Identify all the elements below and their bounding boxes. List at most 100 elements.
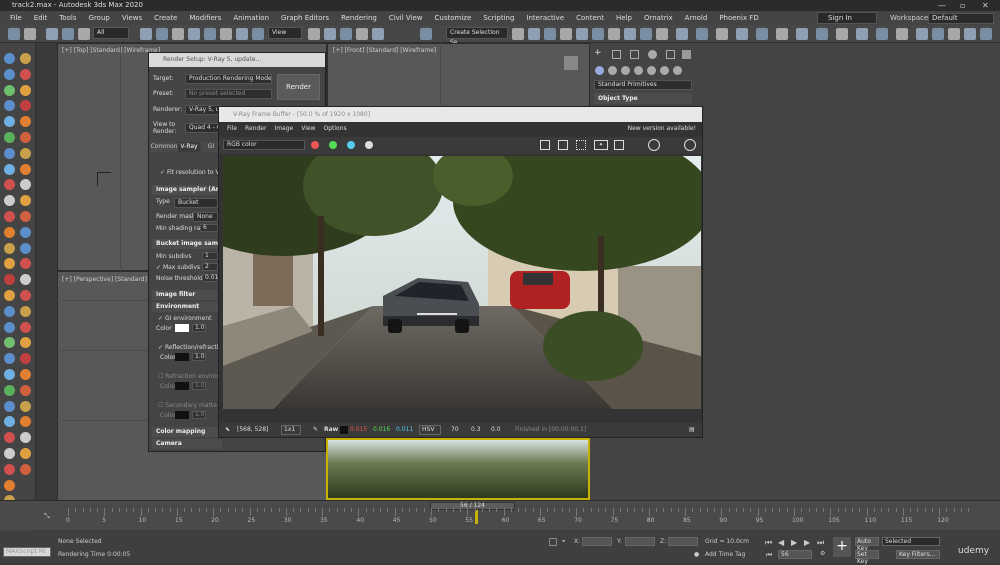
key-set-select[interactable]: Selected [882,537,940,546]
z-coord-field[interactable] [668,537,698,546]
time-config-icon[interactable]: ⚙ [820,550,825,557]
green-channel-icon[interactable] [329,141,337,149]
auto-key-button[interactable]: Auto Key [855,537,879,552]
toggle-ribbon-icon[interactable] [560,28,572,40]
current-frame-field[interactable]: 56 [778,550,812,559]
sign-in-dropdown[interactable]: Sign In [817,12,877,24]
menu-item-group[interactable]: Group [83,11,116,25]
phoenix-particle-icon[interactable] [964,28,976,40]
left-tool-icon[interactable] [4,132,15,143]
left-tool-icon[interactable] [20,305,31,317]
phoenix-liquid-icon[interactable] [916,28,928,40]
spinner-snap-icon[interactable] [372,28,384,40]
vray-plane-icon[interactable] [816,28,828,40]
named-selection-icon[interactable] [420,28,432,40]
goto-start-icon[interactable]: ⏮ [765,538,772,548]
gi-color-swatch[interactable] [175,324,189,332]
vray-dome-icon[interactable] [756,28,768,40]
refraction-color-swatch[interactable] [175,382,189,390]
mirror-icon[interactable] [512,28,524,40]
front-viewport-label[interactable]: [+] [Front] [Standard] [Wireframe] [333,47,436,54]
menu-item-tools[interactable]: Tools [53,11,82,25]
render-button[interactable]: Render [277,74,320,100]
left-tool-icon[interactable] [4,84,15,96]
vfb-menu-options[interactable]: Options [319,123,350,135]
blue-channel-icon[interactable] [347,141,355,149]
motion-tab-icon[interactable] [648,50,657,59]
left-tool-icon[interactable] [4,226,15,238]
maxscript-listener[interactable]: MAXScript Mi [3,547,51,557]
angle-snap-icon[interactable] [340,28,352,40]
x-coord-field[interactable] [582,537,612,546]
schematic-view-icon[interactable] [592,28,604,40]
render-setup-title[interactable]: Render Setup: V-Ray 5, update... [149,53,325,67]
viewcube-icon[interactable] [564,56,578,70]
menu-item-file[interactable]: File [4,11,28,25]
max-subdivs-field[interactable]: 2 [202,263,218,271]
vray-mtl-icon[interactable] [836,28,848,40]
close-button[interactable]: ✕ [982,0,989,11]
menu-item-rendering[interactable]: Rendering [335,11,383,25]
menu-item-create[interactable]: Create [148,11,183,25]
move-icon[interactable] [204,28,216,40]
phoenix-ocean-icon[interactable] [932,28,944,40]
left-tool-icon[interactable] [4,147,15,159]
arnold-icon[interactable] [876,28,888,40]
vfb-menu-render[interactable]: Render [241,123,270,135]
menu-item-civil-view[interactable]: Civil View [383,11,429,25]
menu-item-views[interactable]: Views [116,11,148,25]
time-slider[interactable]: 56 / 124 [430,502,515,510]
helpers-icon[interactable] [647,66,656,75]
add-time-tag-button[interactable]: Add Time Tag [705,551,745,558]
render-last-icon[interactable] [684,139,696,151]
vray-light-icon[interactable] [696,28,708,40]
bind-spacewarp-icon[interactable] [78,28,90,40]
left-tool-icon[interactable] [20,321,31,333]
selection-set-field[interactable]: Create Selection Se [446,27,508,46]
gi-environment-checkbox[interactable]: ✓ GI environment [158,315,211,322]
bucket-sampler-rollout[interactable]: Bucket image samp [152,239,222,249]
curve-editor-icon[interactable] [576,28,588,40]
play-icon[interactable]: ▶ [791,538,797,547]
link-icon[interactable] [46,28,58,40]
phoenix-source-icon[interactable] [948,28,960,40]
type-select[interactable]: Bucket [174,198,218,208]
shapes-icon[interactable] [608,66,617,75]
left-tool-icon[interactable] [4,68,15,80]
render-setup-icon[interactable] [624,28,636,40]
y-coord-field[interactable] [625,537,655,546]
tab-vray[interactable]: V-Ray [178,142,200,152]
red-channel-icon[interactable] [311,141,319,149]
image-filter-rollout[interactable]: Image filter [152,290,222,300]
vray-sky-icon[interactable] [736,28,748,40]
align-icon[interactable] [528,28,540,40]
key-filters-button[interactable]: Key Filters... [896,550,940,559]
left-tool-icon[interactable] [4,163,15,175]
menu-item-interactive[interactable]: Interactive [520,11,570,25]
rendered-frame-window-icon[interactable] [640,28,652,40]
menu-item-help[interactable]: Help [610,11,638,25]
phoenix-fire-icon[interactable] [896,28,908,40]
menu-item-phoenix-fd[interactable]: Phoenix FD [713,11,764,25]
prev-frame-icon[interactable]: ◀ [778,538,784,547]
selection-lock-icon[interactable]: ⌖ [562,538,565,546]
left-tool-icon[interactable] [20,242,31,254]
render-icon[interactable] [648,139,660,151]
render-image[interactable] [223,156,701,409]
top-viewport-label[interactable]: [+] [Top] [Standard] [Wireframe] [62,47,160,54]
image-sampler-rollout[interactable]: Image sampler (An [152,185,222,195]
region-render-icon[interactable] [576,140,586,150]
render-mask-select[interactable]: None [193,212,218,222]
perspective-viewport-label[interactable]: [+] [Perspective] [Standard] [Wi [62,276,159,283]
left-tool-icon[interactable] [4,321,15,333]
systems-icon[interactable] [673,66,682,75]
vray-icon[interactable] [676,28,688,40]
select-by-name-icon[interactable] [156,28,168,40]
target-select[interactable]: Production Rendering Mode [185,74,272,84]
compare-icon[interactable] [614,140,624,150]
left-tool-icon[interactable] [20,463,31,475]
gi-color-multiplier[interactable]: 1.0 [192,324,206,332]
min-subdivs-field[interactable]: 1 [202,252,218,260]
view-to-render-select[interactable]: Quad 4 - Ca [185,123,221,133]
secondary-color-multiplier[interactable]: 1.0 [192,411,206,419]
